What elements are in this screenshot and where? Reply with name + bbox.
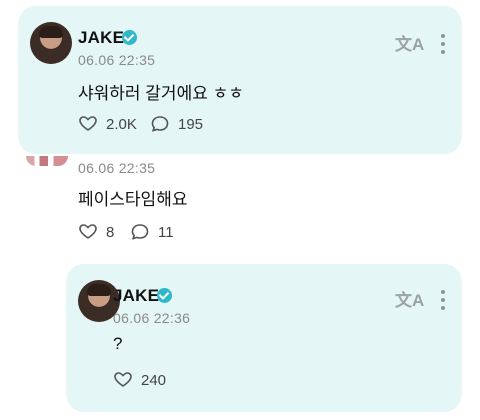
comment-bubble-icon [131, 224, 149, 240]
username[interactable]: JAKE [113, 286, 159, 306]
more-vertical-icon[interactable] [441, 290, 445, 314]
timestamp: 06.06 22:35 [78, 52, 156, 68]
like-count: 2.0K [106, 115, 137, 133]
post-message: 페이스타임해요 [78, 190, 188, 209]
artist-reply-card[interactable]: JAKE 06.06 22:36 ? 文A 240 [66, 264, 462, 412]
heart-outline-icon [114, 372, 132, 387]
translate-icon[interactable]: 文A [395, 286, 424, 311]
comment-bubble-icon [151, 116, 169, 132]
post-message: 샤워하러 갈거에요 ㅎㅎ [78, 84, 244, 103]
like-count: 240 [141, 371, 167, 389]
like-count: 8 [106, 223, 115, 241]
comment-button[interactable]: 195 [150, 114, 203, 134]
translate-icon[interactable]: 文A [395, 30, 424, 55]
like-button[interactable]: 2.0K [78, 114, 137, 134]
more-vertical-icon[interactable] [441, 34, 445, 58]
verified-badge-icon [122, 30, 137, 45]
timestamp: 06.06 22:36 [113, 310, 191, 326]
post-message: ? [113, 334, 123, 353]
avatar[interactable] [30, 22, 72, 64]
comment-count: 11 [158, 223, 174, 241]
verified-badge-icon [157, 288, 172, 303]
artist-post-card[interactable]: JAKE 06.06 22:35 샤워하러 갈거에요 ㅎㅎ 文A 2.0K 19… [18, 6, 462, 154]
username[interactable]: JAKE [78, 28, 124, 48]
heart-outline-icon [79, 224, 97, 239]
timestamp: 06.06 22:35 [78, 160, 156, 176]
comment-button[interactable]: 11 [130, 222, 174, 242]
comment-count: 195 [178, 115, 204, 133]
heart-outline-icon [79, 116, 97, 131]
avatar[interactable] [26, 156, 68, 166]
like-button[interactable]: 240 [113, 370, 166, 390]
like-button[interactable]: 8 [78, 222, 114, 242]
